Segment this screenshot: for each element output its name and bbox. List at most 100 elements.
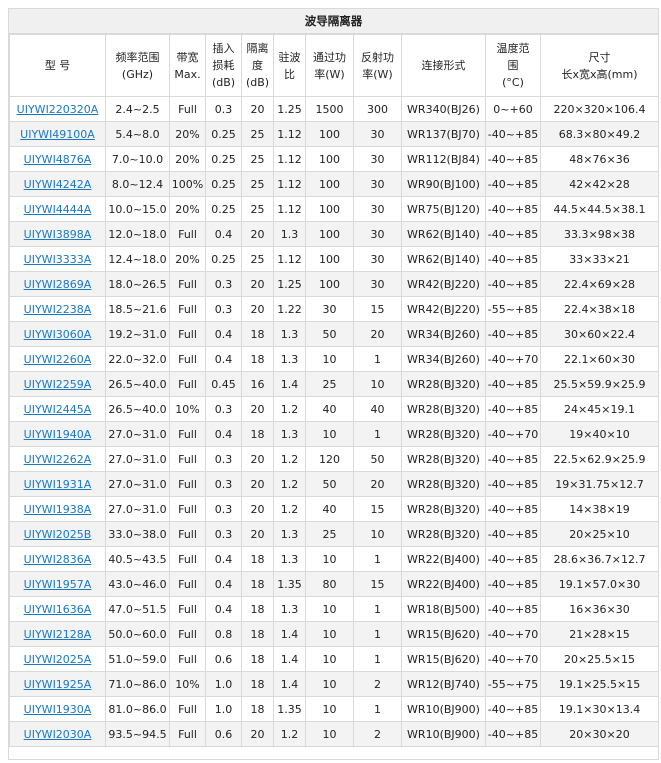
table-cell: 80 [305, 571, 354, 597]
table-cell: 18.0~26.5 [105, 271, 170, 297]
model-link[interactable]: UIYWI4876A [24, 153, 92, 166]
model-cell[interactable]: UIYWI1636A [9, 596, 106, 622]
model-cell[interactable]: UIYWI2836A [9, 546, 106, 572]
table-cell: 25 [241, 246, 274, 272]
model-cell[interactable]: UIYWI1938A [9, 496, 106, 522]
model-link[interactable]: UIYWI1930A [24, 703, 92, 716]
column-header-line: (dB) [245, 76, 270, 89]
column-header-line: 围 [507, 59, 519, 72]
table-cell: 20×25×10 [540, 521, 659, 547]
table-cell: 0.6 [205, 721, 242, 747]
model-cell[interactable]: UIYWI2238A [9, 296, 106, 322]
model-cell[interactable]: UIYWI2025A [9, 646, 106, 672]
table-cell: 10 [305, 546, 354, 572]
model-link[interactable]: UIYWI3898A [24, 228, 92, 241]
table-cell: 16 [241, 371, 274, 397]
table-cell: 27.0~31.0 [105, 446, 170, 472]
table-cell: 18 [241, 346, 274, 372]
model-link[interactable]: UIYWI2869A [24, 278, 92, 291]
table-cell: -40~+85 [485, 721, 541, 747]
table-cell: 100 [305, 271, 354, 297]
table-cell: 19.1×25.5×15 [540, 671, 659, 697]
model-link[interactable]: UIYWI1636A [24, 603, 92, 616]
model-link[interactable]: UIYWI2030A [24, 728, 92, 741]
table-row: UIYWI2445A 26.5~40.0 10% 0.3 20 1.2 40 40 WR28(B… [9, 396, 659, 422]
table-cell: 100 [305, 146, 354, 172]
model-cell[interactable]: UIYWI2259A [9, 371, 106, 397]
model-link[interactable]: UIYWI2238A [24, 303, 92, 316]
table-cell: 71.0~86.0 [105, 671, 170, 697]
table-cell: 2.4~2.5 [105, 96, 170, 122]
model-cell[interactable]: UIYWI1925A [9, 671, 106, 697]
model-link[interactable]: UIYWI2836A [24, 553, 92, 566]
table-cell: 81.0~86.0 [105, 696, 170, 722]
table-cell: Full [169, 621, 206, 647]
table-cell: 15 [353, 496, 402, 522]
model-link[interactable]: UIYWI4242A [24, 178, 92, 191]
model-cell[interactable]: UIYWI2025B [9, 521, 106, 547]
table-cell: 44.5×44.5×38.1 [540, 196, 659, 222]
table-cell: 18 [241, 671, 274, 697]
model-link[interactable]: UIYWI2262A [24, 453, 92, 466]
model-cell[interactable]: UIYWI1930A [9, 696, 106, 722]
model-link[interactable]: UIYWI3333A [24, 253, 92, 266]
model-link[interactable]: UIYWI220320A [17, 103, 99, 116]
table-cell: 20 [241, 721, 274, 747]
table-row: UIYWI3898A 12.0~18.0 Full 0.4 20 1.3 100 30 WR62… [9, 221, 659, 247]
table-cell: 27.0~31.0 [105, 496, 170, 522]
model-link[interactable]: UIYWI2025B [24, 528, 92, 541]
model-cell[interactable]: UIYWI2128A [9, 621, 106, 647]
model-link[interactable]: UIYWI2259A [24, 378, 92, 391]
table-cell: 0.4 [205, 221, 242, 247]
model-cell[interactable]: UIYWI4444A [9, 196, 106, 222]
model-link[interactable]: UIYWI1957A [24, 578, 92, 591]
table-cell: 10 [353, 521, 402, 547]
table-cell: WR28(BJ320) [401, 521, 486, 547]
model-cell[interactable]: UIYWI2030A [9, 721, 106, 747]
model-cell[interactable]: UIYWI2869A [9, 271, 106, 297]
model-cell[interactable]: UIYWI4876A [9, 146, 106, 172]
model-cell[interactable]: UIYWI3333A [9, 246, 106, 272]
table-cell: -40~+85 [485, 221, 541, 247]
model-link[interactable]: UIYWI2025A [24, 653, 92, 666]
table-cell: 1.12 [273, 196, 306, 222]
model-link[interactable]: UIYWI1938A [24, 503, 92, 516]
table-cell: 0.6 [205, 646, 242, 672]
table-cell: 19×31.75×12.7 [540, 471, 659, 497]
table-cell: 18 [241, 421, 274, 447]
model-link[interactable]: UIYWI1940A [24, 428, 92, 441]
model-link[interactable]: UIYWI49100A [20, 128, 95, 141]
model-cell[interactable]: UIYWI2260A [9, 346, 106, 372]
model-cell[interactable]: UIYWI220320A [9, 96, 106, 122]
column-header-2: 带宽 Max. [169, 34, 206, 97]
model-cell[interactable]: UIYWI3898A [9, 221, 106, 247]
table-cell: 20% [169, 121, 206, 147]
model-cell[interactable]: UIYWI1940A [9, 421, 106, 447]
model-link[interactable]: UIYWI2445A [24, 403, 92, 416]
table-cell: WR90(BJ100) [401, 171, 486, 197]
model-cell[interactable]: UIYWI2262A [9, 446, 106, 472]
model-link[interactable]: UIYWI1925A [24, 678, 92, 691]
model-link[interactable]: UIYWI3060A [24, 328, 92, 341]
table-row: UIYWI2869A 18.0~26.5 Full 0.3 20 1.25 100 30 WR4… [9, 271, 659, 297]
model-link[interactable]: UIYWI4444A [24, 203, 92, 216]
table-cell: WR42(BJ220) [401, 271, 486, 297]
table-row: UIYWI1930A 81.0~86.0 Full 1.0 18 1.35 10 1 WR10(… [9, 696, 659, 722]
table-cell: 30 [353, 121, 402, 147]
model-link[interactable]: UIYWI1931A [24, 478, 92, 491]
model-cell[interactable]: UIYWI2445A [9, 396, 106, 422]
table-cell: 1.3 [273, 221, 306, 247]
table-cell: WR62(BJ140) [401, 246, 486, 272]
table-cell: 0.4 [205, 346, 242, 372]
model-cell[interactable]: UIYWI49100A [9, 121, 106, 147]
table-cell: 18 [241, 546, 274, 572]
model-link[interactable]: UIYWI2260A [24, 353, 92, 366]
model-cell[interactable]: UIYWI1931A [9, 471, 106, 497]
table-row: UIYWI2025A 51.0~59.0 Full 0.6 18 1.4 10 1 WR15(B… [9, 646, 659, 672]
model-link[interactable]: UIYWI2128A [24, 628, 92, 641]
table-row: UIYWI2128A 50.0~60.0 Full 0.8 18 1.4 10 1 WR15(B… [9, 621, 659, 647]
model-cell[interactable]: UIYWI1957A [9, 571, 106, 597]
table-cell: -40~+85 [485, 471, 541, 497]
model-cell[interactable]: UIYWI3060A [9, 321, 106, 347]
model-cell[interactable]: UIYWI4242A [9, 171, 106, 197]
